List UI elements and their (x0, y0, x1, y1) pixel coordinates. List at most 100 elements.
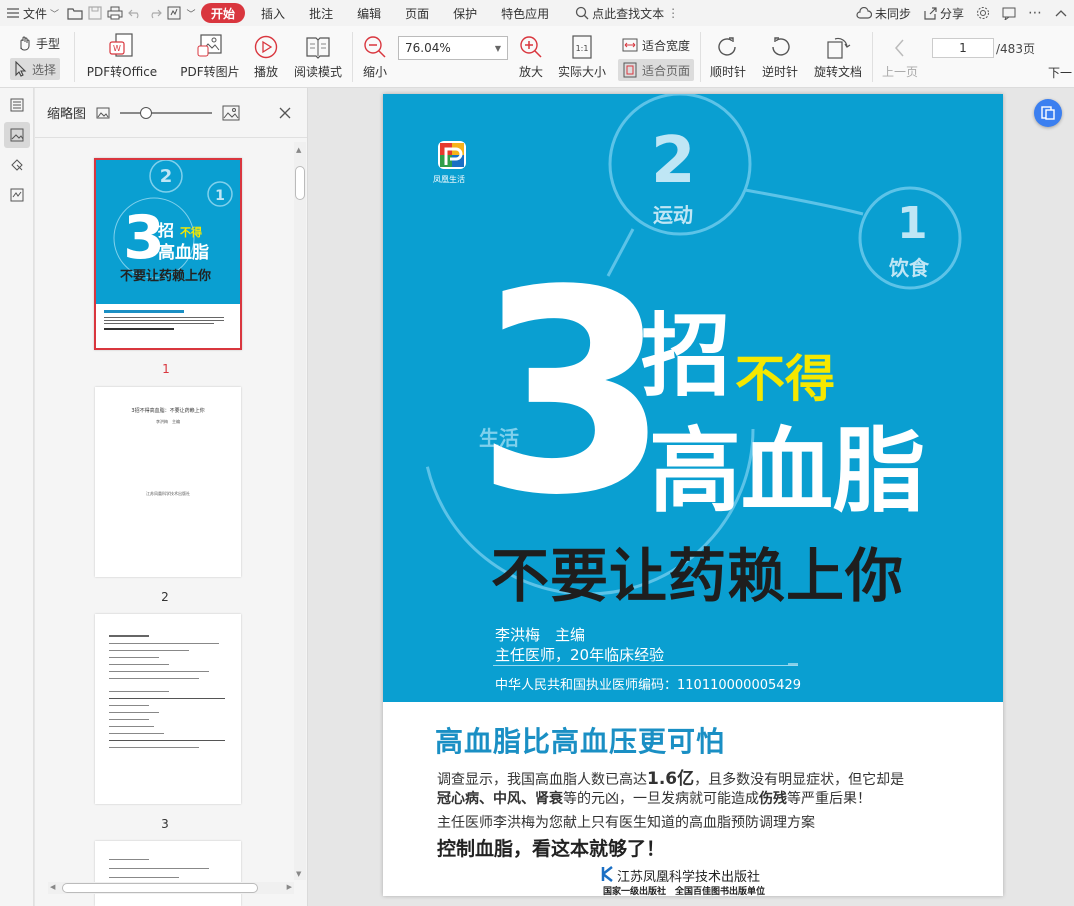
separator (872, 32, 873, 82)
prev-page-button[interactable]: 上一页 (880, 30, 920, 80)
page-number-label: 3 (161, 817, 169, 831)
hand-tool-button[interactable]: 手型 (12, 32, 64, 54)
redo-icon[interactable] (145, 0, 165, 26)
separator (700, 32, 701, 82)
thumbnail-vertical-scrollbar[interactable]: ▲ ▼ (294, 142, 306, 880)
body-diseases: 冠心病、中风、肾衰 (437, 791, 563, 807)
close-icon[interactable] (279, 107, 291, 119)
rotate-counterclockwise-button[interactable]: 逆时针 (758, 30, 802, 80)
document-view[interactable]: 凤凰生活 2 运动 1 饮食 生活 3 招 不得 高血脂 不要让药赖上你 李洪梅… (309, 88, 1074, 906)
more-vertical-icon[interactable]: ⋮ (667, 6, 679, 20)
chevron-down-icon[interactable]: ﹀ (185, 0, 197, 26)
scroll-down-arrow-icon[interactable]: ▼ (296, 870, 301, 878)
zoom-in-icon (518, 30, 544, 60)
rotate-clockwise-label: 顺时针 (709, 65, 746, 79)
zoom-select[interactable]: 76.04% ▼ (398, 36, 508, 60)
svg-text:2: 2 (160, 166, 173, 187)
total-pages: /483页 (996, 42, 1035, 56)
svg-text:高血脂: 高血脂 (158, 242, 209, 263)
tab-page[interactable]: 页面 (393, 0, 441, 26)
thumbnail-horizontal-scrollbar[interactable]: ◀ ▶ (48, 882, 294, 894)
tab-protect[interactable]: 保护 (441, 0, 489, 26)
rotate-clockwise-button[interactable]: 顺时针 (706, 30, 750, 80)
scroll-left-arrow-icon[interactable]: ◀ (50, 883, 55, 891)
file-menu[interactable]: 文件 ﹀ (0, 0, 65, 26)
fit-page-button[interactable]: 适合页面 (618, 59, 695, 81)
cover-lower-section: 高血脂比高血压更可怕 调查显示，我国高血脂人数已高达1.6亿，且多数没有明显症状… (383, 702, 1003, 896)
fit-width-button[interactable]: 适合宽度 (618, 34, 694, 56)
undo-icon[interactable] (125, 0, 145, 26)
feedback-icon[interactable] (996, 0, 1022, 26)
brand-logo-icon (436, 139, 468, 171)
thumb2-author: 李洪梅 主编 (156, 419, 180, 424)
thumb-cover-lower (104, 310, 232, 334)
menu-bar: 文件 ﹀ ﹀ 开始 插入 批注 编辑 页面 保护 特色应用 点此查找文本 ⋮ 未… (0, 0, 1074, 26)
small-image-icon[interactable] (96, 107, 110, 119)
page-number-label: 1 (162, 362, 170, 376)
collapse-ribbon-icon[interactable] (1048, 0, 1074, 26)
tab-annotate[interactable]: 批注 (297, 0, 345, 26)
zoom-in-button[interactable]: 放大 (516, 30, 546, 80)
pdf-to-office-button[interactable]: W PDF转Office (86, 30, 158, 80)
body-line-2: 冠心病、中风、肾衰等的元凶，一旦发病就可能造成伤残等严重后果！ (437, 788, 871, 808)
scrollbar-thumb[interactable] (62, 883, 258, 893)
separator (74, 32, 75, 82)
page-thumbnail-3[interactable] (95, 614, 241, 804)
open-folder-icon[interactable] (65, 0, 85, 26)
document-tool-icon (1041, 106, 1055, 120)
body-line-4: 控制血脂，看这本就够了！ (437, 838, 666, 860)
bookmark-icon[interactable] (4, 152, 30, 178)
large-image-icon[interactable] (222, 105, 240, 121)
play-button[interactable]: 播放 (250, 30, 282, 80)
pdf-to-image-button[interactable]: PDF转图片 (178, 30, 242, 80)
outline-icon[interactable] (4, 92, 30, 118)
title-zhao: 招 (641, 304, 731, 409)
tab-home[interactable]: 开始 (201, 3, 246, 23)
page-number-input[interactable]: 1 (932, 38, 994, 58)
tab-edit[interactable]: 编辑 (345, 0, 393, 26)
share-button[interactable]: 分享 (917, 0, 970, 26)
fit-page-icon (622, 62, 638, 78)
slider-handle[interactable] (140, 106, 153, 119)
tab-insert[interactable]: 插入 (249, 0, 297, 26)
tab-features[interactable]: 特色应用 (489, 0, 561, 26)
book-icon (304, 30, 332, 60)
sync-status[interactable]: 未同步 (850, 0, 917, 26)
print-icon[interactable] (105, 0, 125, 26)
actual-size-icon: 1:1 (571, 30, 593, 60)
scroll-right-arrow-icon[interactable]: ▶ (287, 883, 292, 891)
settings-icon[interactable] (970, 0, 996, 26)
scrollbar-thumb[interactable] (295, 166, 305, 200)
page-thumbnail-1[interactable]: 2 1 3 招 不得 高血脂 不要让药赖上你 (94, 158, 242, 350)
pdf-office-icon: W (108, 30, 136, 60)
page-thumbnail-2[interactable]: 3招不得高血脂：不要让药赖上你 李洪梅 主编 江苏凤凰科学技术出版社 (95, 387, 241, 577)
svg-text:招: 招 (158, 221, 174, 240)
chevron-down-icon: ﹀ (50, 9, 60, 20)
annotation-icon[interactable] (4, 182, 30, 208)
scroll-up-arrow-icon[interactable]: ▲ (296, 146, 301, 154)
circle-1-label: 饮食 (889, 256, 929, 280)
circle-1-number: 1 (897, 198, 928, 249)
search-box[interactable]: 点此查找文本 ⋮ (569, 0, 685, 26)
select-tool-button[interactable]: 选择 (10, 58, 61, 80)
more-horizontal-icon[interactable]: ⋯ (1022, 0, 1048, 26)
hamburger-icon (6, 7, 20, 19)
next-page-button[interactable]: 下一 (1048, 64, 1072, 81)
select-tool-label: 选择 (32, 62, 57, 77)
actual-size-button[interactable]: 1:1 实际大小 (556, 30, 608, 80)
rotate-document-button[interactable]: 旋转文档 (810, 30, 866, 80)
pdf-page: 凤凰生活 2 运动 1 饮食 生活 3 招 不得 高血脂 不要让药赖上你 李洪梅… (383, 94, 1003, 896)
save-icon[interactable] (85, 0, 105, 26)
body-line-3: 主任医师李洪梅为您献上只有医生知道的高血脂预防调理方案 (437, 815, 815, 831)
rotate-counterclockwise-icon (767, 30, 793, 60)
floating-tool-button[interactable] (1034, 99, 1062, 127)
page-thumbnail-4[interactable] (95, 841, 241, 906)
fit-width-icon (622, 37, 638, 53)
thumbnail-size-slider[interactable] (120, 106, 213, 120)
read-mode-button[interactable]: 阅读模式 (292, 30, 344, 80)
rotate-document-label: 旋转文档 (813, 65, 862, 79)
zoom-out-label: 缩小 (362, 65, 387, 79)
zoom-out-button[interactable]: 缩小 (360, 30, 390, 80)
convert-icon[interactable] (165, 0, 185, 26)
thumbnail-icon[interactable] (4, 122, 30, 148)
